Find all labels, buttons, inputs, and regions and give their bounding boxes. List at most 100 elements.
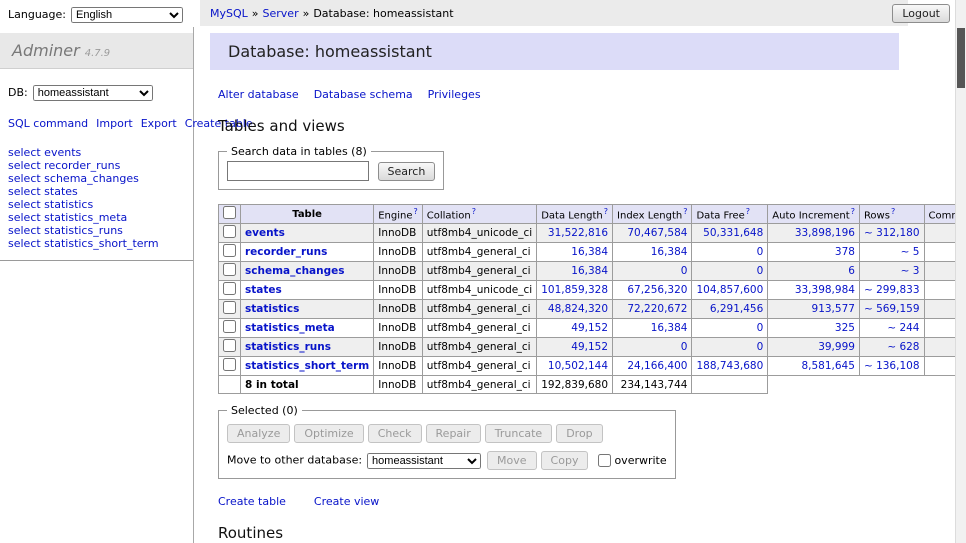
select-all-checkbox[interactable] [223,206,236,219]
db-select[interactable]: homeassistant [33,85,153,101]
data-length-link[interactable]: 16,384 [571,246,608,258]
scrollbar[interactable] [955,0,966,543]
data-free-link[interactable]: 6,291,456 [710,303,763,315]
language-select[interactable]: English [71,7,183,23]
breadcrumb-link-server[interactable]: Server [263,7,299,20]
rows-link[interactable]: ~ 5 [901,246,920,258]
action-link-alter-database[interactable]: Alter database [218,88,299,101]
column-help-link[interactable]: ? [851,207,855,216]
move-db-select[interactable]: homeassistant [367,453,481,469]
data-free-link[interactable]: 0 [757,246,764,258]
data-free-link[interactable]: 0 [757,265,764,277]
rows-link[interactable]: ~ 244 [887,322,919,334]
table-link-statistics-meta[interactable]: statistics_meta [245,322,335,334]
sidebar-link-import[interactable]: Import [96,117,133,130]
table-link-events[interactable]: events [245,227,285,239]
index-length-link[interactable]: 16,384 [651,322,688,334]
rows-link[interactable]: ~ 299,833 [864,284,920,296]
auto-increment-link[interactable]: 33,898,196 [795,227,855,239]
check-button[interactable]: Check [368,424,422,443]
row-checkbox-recorder-runs[interactable] [223,244,236,257]
analyze-button[interactable]: Analyze [227,424,290,443]
column-help-link[interactable]: ? [891,207,895,216]
drop-button[interactable]: Drop [556,424,602,443]
index-length-link[interactable]: 67,256,320 [627,284,687,296]
rows-link[interactable]: ~ 569,159 [864,303,920,315]
move-button[interactable]: Move [487,451,537,470]
data-free-link[interactable]: 50,331,648 [703,227,763,239]
overwrite-checkbox[interactable] [598,454,611,467]
table-row-statistics-runs: statistics_runsInnoDButf8mb4_general_ci4… [219,338,956,357]
data-length-link[interactable]: 101,859,328 [541,284,608,296]
column-help-link[interactable]: ? [683,207,687,216]
search-button[interactable]: Search [378,162,436,181]
data-free-link[interactable]: 104,857,600 [696,284,763,296]
auto-increment-link[interactable]: 325 [835,322,855,334]
index-length-link[interactable]: 70,467,584 [627,227,687,239]
column-help-link[interactable]: ? [604,207,608,216]
row-checkbox-statistics-meta[interactable] [223,320,236,333]
auto-increment-link[interactable]: 378 [835,246,855,258]
row-checkbox-statistics-runs[interactable] [223,339,236,352]
repair-button[interactable]: Repair [426,424,481,443]
logout-button[interactable]: Logout [892,4,950,23]
row-checkbox-statistics[interactable] [223,301,236,314]
rows-link[interactable]: ~ 312,180 [864,227,920,239]
search-fieldset: Search data in tables (8) Search [218,145,444,190]
data-free-link[interactable]: 188,743,680 [696,360,763,372]
rows-link[interactable]: ~ 3 [901,265,920,277]
action-link-privileges[interactable]: Privileges [428,88,481,101]
auto-increment-link[interactable]: 33,398,984 [795,284,855,296]
truncate-button[interactable]: Truncate [485,424,552,443]
breadcrumb-link-mysql[interactable]: MySQL [210,7,248,20]
column-help-link[interactable]: ? [746,207,750,216]
index-length-link[interactable]: 0 [681,265,688,277]
row-checkbox-statistics-short-term[interactable] [223,358,236,371]
data-free-link[interactable]: 0 [757,341,764,353]
rows-link[interactable]: ~ 136,108 [864,360,920,372]
auto-increment-link[interactable]: 913,577 [812,303,855,315]
data-free-link[interactable]: 0 [757,322,764,334]
sidebar-link-sql-command[interactable]: SQL command [8,117,88,130]
table-link-recorder-runs[interactable]: recorder_runs [245,246,327,258]
sidebar-select-statistics-short-term[interactable]: select statistics_short_term [8,238,185,251]
sidebar-link-export[interactable]: Export [141,117,177,130]
optimize-button[interactable]: Optimize [294,424,363,443]
data-length-link[interactable]: 49,152 [571,341,608,353]
data-length-link[interactable]: 49,152 [571,322,608,334]
column-help-link[interactable]: ? [414,207,418,216]
link-create-table[interactable]: Create table [218,495,286,508]
index-length-link[interactable]: 16,384 [651,246,688,258]
data-length-link[interactable]: 48,824,320 [548,303,608,315]
column-help-link[interactable]: ? [472,207,476,216]
action-link-database-schema[interactable]: Database schema [314,88,413,101]
auto-increment-link[interactable]: 8,581,645 [801,360,854,372]
language-label: Language: [8,8,66,21]
index-length-link[interactable]: 0 [681,341,688,353]
data-length-link[interactable]: 31,522,816 [548,227,608,239]
table-link-schema-changes[interactable]: schema_changes [245,265,345,277]
auto-increment-link[interactable]: 6 [848,265,855,277]
row-checkbox-states[interactable] [223,282,236,295]
row-checkbox-schema-changes[interactable] [223,263,236,276]
copy-button[interactable]: Copy [541,451,589,470]
table-link-statistics-short-term[interactable]: statistics_short_term [245,360,369,372]
scrollbar-thumb[interactable] [957,28,965,88]
rows-link[interactable]: ~ 628 [887,341,919,353]
data-length-link[interactable]: 10,502,144 [548,360,608,372]
move-label: Move to other database: [227,454,362,467]
column-header-collation: Collation? [422,205,536,224]
table-name-cell: recorder_runs [241,243,374,262]
search-input[interactable] [227,161,369,181]
table-link-statistics-runs[interactable]: statistics_runs [245,341,331,353]
table-link-states[interactable]: states [245,284,282,296]
index-length-link[interactable]: 24,166,400 [627,360,687,372]
row-checkbox-events[interactable] [223,225,236,238]
link-create-view[interactable]: Create view [314,495,379,508]
rows-cell: ~ 299,833 [859,281,924,300]
data-length-link[interactable]: 16,384 [571,265,608,277]
auto-increment-link[interactable]: 39,999 [818,341,855,353]
index-length-link[interactable]: 72,220,672 [627,303,687,315]
table-link-statistics[interactable]: statistics [245,303,299,315]
rows-cell: ~ 312,180 [859,224,924,243]
